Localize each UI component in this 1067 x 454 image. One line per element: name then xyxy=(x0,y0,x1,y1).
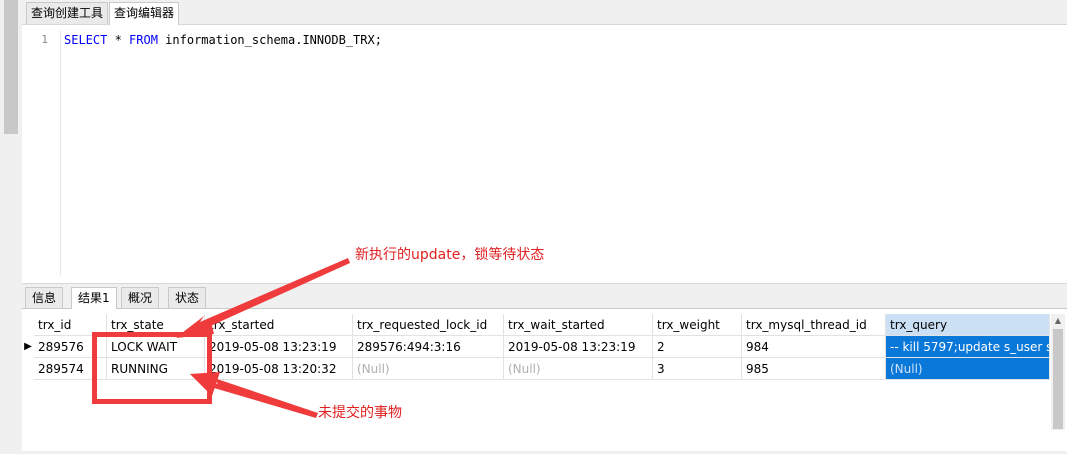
table-cell[interactable]: 984 xyxy=(742,336,886,358)
code-star: * xyxy=(107,33,130,47)
column-header[interactable]: trx_requested_lock_id xyxy=(353,314,504,336)
table-cell[interactable]: 2019-05-08 13:20:32 xyxy=(205,358,353,380)
code-table-name: information_schema.INNODB_TRX; xyxy=(157,33,382,47)
table-cell-null[interactable]: (Null) xyxy=(504,358,653,380)
keyword-from: FROM xyxy=(129,33,158,47)
tab-query-builder[interactable]: 查询创建工具 xyxy=(26,2,109,24)
sql-code-line[interactable]: SELECT * FROM information_schema.INNODB_… xyxy=(64,33,382,47)
table-cell-selected[interactable]: -- kill 5797;update s_user se xyxy=(886,336,1050,358)
scrollbar-thumb[interactable] xyxy=(1053,329,1063,429)
current-row-indicator-icon: ▶ xyxy=(24,341,32,352)
tab-status[interactable]: 状态 xyxy=(168,287,207,308)
table-cell[interactable]: 3 xyxy=(653,358,742,380)
scroll-up-icon[interactable]: ▲ xyxy=(1051,314,1065,328)
grid-vertical-scrollbar[interactable]: ▲ xyxy=(1051,314,1065,430)
column-header[interactable]: trx_started xyxy=(205,314,353,336)
column-header-selected[interactable]: trx_query xyxy=(886,314,1050,336)
table-cell-null[interactable]: (Null) xyxy=(353,358,504,380)
column-header[interactable]: trx_mysql_thread_id xyxy=(742,314,886,336)
annotation-highlight-box xyxy=(92,332,212,404)
left-scrollbar-thumb[interactable] xyxy=(4,0,18,134)
table-cell[interactable]: 289576:494:3:16 xyxy=(353,336,504,358)
keyword-select: SELECT xyxy=(64,33,108,47)
sql-editor[interactable]: 1 SELECT * FROM information_schema.INNOD… xyxy=(22,25,1067,281)
table-cell[interactable]: 2019-05-08 13:23:19 xyxy=(205,336,353,358)
tab-info[interactable]: 信息 xyxy=(25,287,64,308)
table-cell[interactable]: 985 xyxy=(742,358,886,380)
column-header[interactable]: trx_wait_started xyxy=(504,314,653,336)
editor-tab-bar: 查询创建工具 查询编辑器 xyxy=(22,0,1067,25)
tab-result1[interactable]: 结果1 xyxy=(71,287,117,309)
line-number: 1 xyxy=(41,33,48,46)
result-tab-bar: 信息 结果1 概况 状态 xyxy=(22,283,1067,309)
column-header[interactable]: trx_weight xyxy=(653,314,742,336)
gutter-divider xyxy=(60,31,61,275)
line-number-gutter: 1 xyxy=(22,25,58,281)
tab-profile[interactable]: 概况 xyxy=(121,287,160,308)
annotation-lock-wait-note: 新执行的update，锁等待状态 xyxy=(355,247,545,263)
left-panel-strip xyxy=(0,0,22,454)
table-cell[interactable]: 2 xyxy=(653,336,742,358)
tab-query-editor[interactable]: 查询编辑器 xyxy=(109,2,180,25)
table-cell[interactable]: 2019-05-08 13:23:19 xyxy=(504,336,653,358)
table-cell-selected[interactable]: (Null) xyxy=(886,358,1050,380)
annotation-uncommitted-note: 未提交的事物 xyxy=(318,405,402,421)
